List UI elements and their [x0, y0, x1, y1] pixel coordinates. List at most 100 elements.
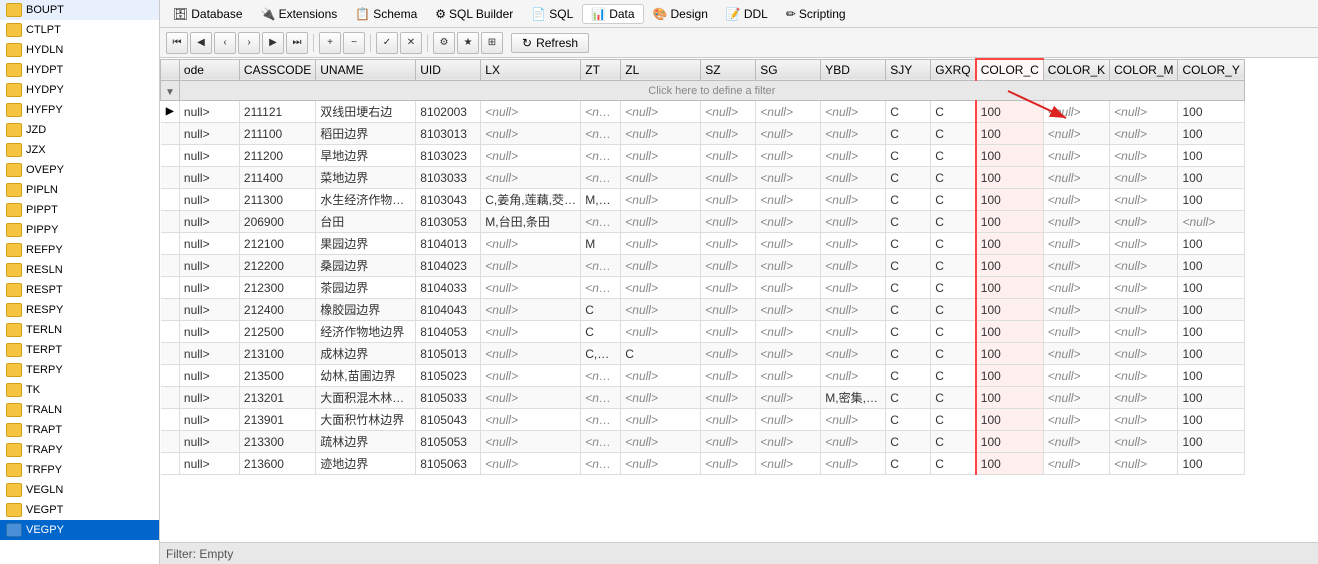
- cell-sg[interactable]: <null>: [756, 233, 821, 255]
- cell-sjy[interactable]: C: [886, 123, 931, 145]
- cell-sg[interactable]: <null>: [756, 387, 821, 409]
- col-header-gxrq[interactable]: GXRQ: [931, 59, 976, 81]
- cell-color_c[interactable]: 100: [976, 343, 1044, 365]
- cell-zt[interactable]: <null>: [581, 123, 621, 145]
- cell-code[interactable]: null>: [179, 145, 239, 167]
- cell-uid[interactable]: 8104023: [416, 255, 481, 277]
- cell-color_k[interactable]: <null>: [1043, 343, 1109, 365]
- cell-sz[interactable]: <null>: [701, 189, 756, 211]
- cell-zl[interactable]: <null>: [621, 277, 701, 299]
- cell-gxrq[interactable]: C: [931, 277, 976, 299]
- cell-code[interactable]: null>: [179, 167, 239, 189]
- cell-sg[interactable]: <null>: [756, 365, 821, 387]
- cell-lx[interactable]: <null>: [481, 431, 581, 453]
- sidebar-item-traln[interactable]: TRALN: [0, 400, 159, 420]
- cell-color_c[interactable]: 100: [976, 255, 1044, 277]
- cell-casscode[interactable]: 212300: [239, 277, 315, 299]
- cell-color_m[interactable]: <null>: [1110, 431, 1178, 453]
- table-row[interactable]: null>206900台田8103053M,台田,条田<null><null><…: [161, 211, 1245, 233]
- cell-sz[interactable]: <null>: [701, 409, 756, 431]
- cell-color_c[interactable]: 100: [976, 123, 1044, 145]
- cell-uname[interactable]: 果园边界: [316, 233, 416, 255]
- cell-code[interactable]: null>: [179, 299, 239, 321]
- cell-lx[interactable]: <null>: [481, 365, 581, 387]
- cell-sjy[interactable]: C: [886, 321, 931, 343]
- cell-uname[interactable]: 疏林边界: [316, 431, 416, 453]
- cell-color_m[interactable]: <null>: [1110, 167, 1178, 189]
- cell-gxrq[interactable]: C: [931, 321, 976, 343]
- col-header-casscode[interactable]: CASSCODE: [239, 59, 315, 81]
- cell-zt[interactable]: C,针阔,针阔混交林: [581, 343, 621, 365]
- cell-uname[interactable]: 旱地边界: [316, 145, 416, 167]
- cell-sz[interactable]: <null>: [701, 387, 756, 409]
- cell-lx[interactable]: C,姜角,莲藕,茭白,其他: [481, 189, 581, 211]
- col-header-ybd[interactable]: YBD: [821, 59, 886, 81]
- col-header-color_k[interactable]: COLOR_K: [1043, 59, 1109, 81]
- table-row[interactable]: null>213100成林边界8105013<null>C,针阔,针阔混交林C<…: [161, 343, 1245, 365]
- cell-casscode[interactable]: 206900: [239, 211, 315, 233]
- sidebar-item-jzd[interactable]: JZD: [0, 120, 159, 140]
- cell-sz[interactable]: <null>: [701, 365, 756, 387]
- table-row[interactable]: null>212300茶园边界8104033<null><null><null>…: [161, 277, 1245, 299]
- tab-ddl[interactable]: 📝DDL: [717, 4, 777, 24]
- sidebar-item-hydpt[interactable]: HYDPT: [0, 60, 159, 80]
- sidebar-item-terpt[interactable]: TERPT: [0, 340, 159, 360]
- cell-zt[interactable]: <null>: [581, 431, 621, 453]
- cell-zt[interactable]: <null>: [581, 453, 621, 475]
- cell-ybd[interactable]: <null>: [821, 255, 886, 277]
- sidebar-item-tk[interactable]: TK: [0, 380, 159, 400]
- table-row[interactable]: null>212200桑园边界8104023<null><null><null>…: [161, 255, 1245, 277]
- cell-ybd[interactable]: <null>: [821, 321, 886, 343]
- cell-sz[interactable]: <null>: [701, 123, 756, 145]
- cell-casscode[interactable]: 212100: [239, 233, 315, 255]
- cell-sz[interactable]: <null>: [701, 299, 756, 321]
- cell-lx[interactable]: M,台田,条田: [481, 211, 581, 233]
- cell-ybd[interactable]: <null>: [821, 167, 886, 189]
- cell-gxrq[interactable]: C: [931, 255, 976, 277]
- cell-sg[interactable]: <null>: [756, 409, 821, 431]
- cell-uid[interactable]: 8103043: [416, 189, 481, 211]
- sidebar-item-ovepy[interactable]: OVEPY: [0, 160, 159, 180]
- cell-color_y[interactable]: 100: [1178, 365, 1244, 387]
- sidebar-item-resln[interactable]: RESLN: [0, 260, 159, 280]
- cell-ybd[interactable]: <null>: [821, 409, 886, 431]
- cell-sg[interactable]: <null>: [756, 343, 821, 365]
- cell-sz[interactable]: <null>: [701, 101, 756, 123]
- cell-sjy[interactable]: C: [886, 299, 931, 321]
- col-header-color_c[interactable]: COLOR_C: [976, 59, 1044, 81]
- cell-lx[interactable]: <null>: [481, 167, 581, 189]
- cell-color_c[interactable]: 100: [976, 387, 1044, 409]
- col-header-zt[interactable]: ZT: [581, 59, 621, 81]
- cell-lx[interactable]: <null>: [481, 145, 581, 167]
- cell-zl[interactable]: <null>: [621, 101, 701, 123]
- cell-code[interactable]: null>: [179, 123, 239, 145]
- cell-zt[interactable]: <null>: [581, 365, 621, 387]
- cell-gxrq[interactable]: C: [931, 343, 976, 365]
- cell-uid[interactable]: 8102003: [416, 101, 481, 123]
- cell-sjy[interactable]: C: [886, 233, 931, 255]
- table-row[interactable]: ▶null>211121双线田埂右边8102003<null><null><nu…: [161, 101, 1245, 123]
- cell-code[interactable]: null>: [179, 211, 239, 233]
- sidebar-item-ctlpt[interactable]: CTLPT: [0, 20, 159, 40]
- cell-color_k[interactable]: <null>: [1043, 387, 1109, 409]
- cell-color_y[interactable]: 100: [1178, 343, 1244, 365]
- tab-database[interactable]: 🗄Database: [164, 4, 252, 24]
- cell-color_m[interactable]: <null>: [1110, 211, 1178, 233]
- cell-sjy[interactable]: C: [886, 409, 931, 431]
- cell-color_y[interactable]: 100: [1178, 409, 1244, 431]
- cell-color_c[interactable]: 100: [976, 189, 1044, 211]
- cell-gxrq[interactable]: C: [931, 167, 976, 189]
- cell-code[interactable]: null>: [179, 321, 239, 343]
- cell-color_y[interactable]: <null>: [1178, 211, 1244, 233]
- cell-zt[interactable]: <null>: [581, 255, 621, 277]
- cell-gxrq[interactable]: C: [931, 299, 976, 321]
- cell-color_c[interactable]: 100: [976, 101, 1044, 123]
- cell-color_c[interactable]: 100: [976, 365, 1044, 387]
- cell-color_y[interactable]: 100: [1178, 431, 1244, 453]
- sidebar-item-trfpy[interactable]: TRFPY: [0, 460, 159, 480]
- filter-row-text[interactable]: Click here to define a filter: [179, 81, 1244, 101]
- cell-casscode[interactable]: 211300: [239, 189, 315, 211]
- cell-code[interactable]: null>: [179, 365, 239, 387]
- cell-zl[interactable]: <null>: [621, 167, 701, 189]
- col-header-zl[interactable]: ZL: [621, 59, 701, 81]
